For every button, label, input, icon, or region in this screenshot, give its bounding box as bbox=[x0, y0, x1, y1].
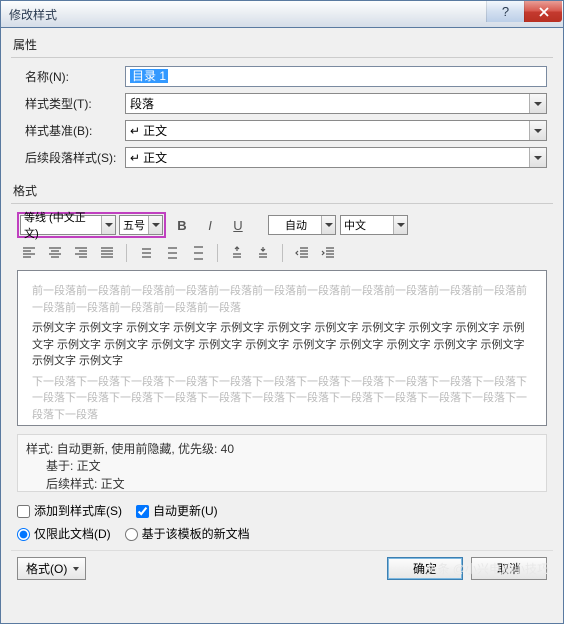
based-on-value: ↵正文 bbox=[130, 122, 167, 139]
divider bbox=[217, 244, 218, 262]
space-before-inc-button[interactable] bbox=[225, 242, 249, 264]
close-icon bbox=[536, 4, 552, 20]
close-button[interactable] bbox=[524, 1, 562, 22]
line-spacing-2-button[interactable] bbox=[186, 242, 210, 264]
font-size-combo[interactable]: 五号 bbox=[119, 215, 163, 235]
font-highlight: 等线 (中文正文) 五号 bbox=[17, 212, 166, 238]
chevron-down-icon[interactable] bbox=[529, 121, 546, 140]
divider bbox=[282, 244, 283, 262]
line-spacing-15-button[interactable] bbox=[160, 242, 184, 264]
format-label: 格式 bbox=[11, 180, 553, 203]
format-section: 等线 (中文正文) 五号 B I U 自动 中文 bbox=[11, 203, 553, 492]
align-justify-button[interactable] bbox=[95, 242, 119, 264]
title-buttons: ? bbox=[486, 1, 562, 22]
space-before-dec-button[interactable] bbox=[251, 242, 275, 264]
italic-button[interactable]: I bbox=[198, 214, 222, 236]
style-type-value: 段落 bbox=[130, 95, 154, 112]
based-on-combo[interactable]: ↵正文 bbox=[125, 120, 547, 141]
scope-row: 仅限此文档(D) 基于该模板的新文档 bbox=[11, 523, 553, 550]
title-bar: 修改样式 ? bbox=[0, 0, 564, 28]
chevron-down-icon[interactable] bbox=[393, 216, 407, 234]
dialog-title: 修改样式 bbox=[9, 6, 57, 23]
underline-button[interactable]: U bbox=[226, 214, 250, 236]
name-input[interactable]: 目录 1 bbox=[125, 66, 547, 87]
bottom-bar: 格式(O) 确定 取消 bbox=[11, 550, 553, 580]
type-label: 样式类型(T): bbox=[17, 95, 125, 112]
preview-after: 下一段落下一段落下一段落下一段落下一段落下一段落下一段落下一段落下一段落下一段落… bbox=[32, 374, 532, 424]
gallery-row: 添加到样式库(S) 自动更新(U) bbox=[11, 498, 553, 523]
chevron-down-icon[interactable] bbox=[529, 148, 546, 167]
ok-button[interactable]: 确定 bbox=[387, 557, 463, 580]
chevron-down-icon[interactable] bbox=[321, 216, 335, 234]
preview-box: 前一段落前一段落前一段落前一段落前一段落前一段落前一段落前一段落前一段落前一段落… bbox=[17, 270, 547, 426]
style-description: 样式: 自动更新, 使用前隐藏, 优先级: 40 基于: 正文 后续样式: 正文 bbox=[17, 434, 547, 492]
align-left-button[interactable] bbox=[17, 242, 41, 264]
indent-decrease-button[interactable] bbox=[290, 242, 314, 264]
dialog-body: 属性 名称(N): 目录 1 样式类型(T): 段落 样式基准(B): ↵正文 … bbox=[0, 28, 564, 624]
paragraph-toolbar bbox=[11, 242, 553, 270]
next-style-combo[interactable]: ↵正文 bbox=[125, 147, 547, 168]
chevron-down-icon[interactable] bbox=[148, 216, 162, 234]
help-button[interactable]: ? bbox=[486, 1, 524, 22]
add-to-gallery-checkbox[interactable]: 添加到样式库(S) bbox=[17, 502, 122, 519]
line-spacing-1-button[interactable] bbox=[134, 242, 158, 264]
chevron-down-icon[interactable] bbox=[529, 94, 546, 113]
next-style-value: ↵正文 bbox=[130, 149, 167, 166]
format-menu-button[interactable]: 格式(O) bbox=[17, 557, 86, 580]
indent-increase-button[interactable] bbox=[316, 242, 340, 264]
desc-line1: 样式: 自动更新, 使用前隐藏, 优先级: 40 bbox=[26, 441, 538, 458]
template-radio[interactable]: 基于该模板的新文档 bbox=[125, 525, 250, 542]
align-center-button[interactable] bbox=[43, 242, 67, 264]
style-type-combo[interactable]: 段落 bbox=[125, 93, 547, 114]
font-toolbar: 等线 (中文正文) 五号 B I U 自动 中文 bbox=[11, 208, 553, 242]
preview-sample: 示例文字 示例文字 示例文字 示例文字 示例文字 示例文字 示例文字 示例文字 … bbox=[32, 320, 532, 370]
properties-label: 属性 bbox=[11, 34, 553, 57]
this-doc-radio[interactable]: 仅限此文档(D) bbox=[17, 525, 111, 542]
desc-line2: 基于: 正文 bbox=[26, 458, 538, 475]
next-label: 后续段落样式(S): bbox=[17, 149, 125, 166]
name-label: 名称(N): bbox=[17, 68, 125, 85]
chevron-down-icon[interactable] bbox=[101, 216, 115, 234]
based-label: 样式基准(B): bbox=[17, 122, 125, 139]
auto-update-checkbox[interactable]: 自动更新(U) bbox=[136, 502, 218, 519]
cancel-button[interactable]: 取消 bbox=[471, 557, 547, 580]
bold-button[interactable]: B bbox=[170, 214, 194, 236]
align-right-button[interactable] bbox=[69, 242, 93, 264]
lang-combo[interactable]: 中文 bbox=[340, 215, 408, 235]
preview-before: 前一段落前一段落前一段落前一段落前一段落前一段落前一段落前一段落前一段落前一段落… bbox=[32, 283, 532, 316]
font-name-combo[interactable]: 等线 (中文正文) bbox=[20, 215, 116, 235]
properties-section: 名称(N): 目录 1 样式类型(T): 段落 样式基准(B): ↵正文 后续段… bbox=[11, 57, 553, 180]
desc-line3: 后续样式: 正文 bbox=[26, 476, 538, 493]
font-color-combo[interactable]: 自动 bbox=[268, 215, 336, 235]
divider bbox=[126, 244, 127, 262]
